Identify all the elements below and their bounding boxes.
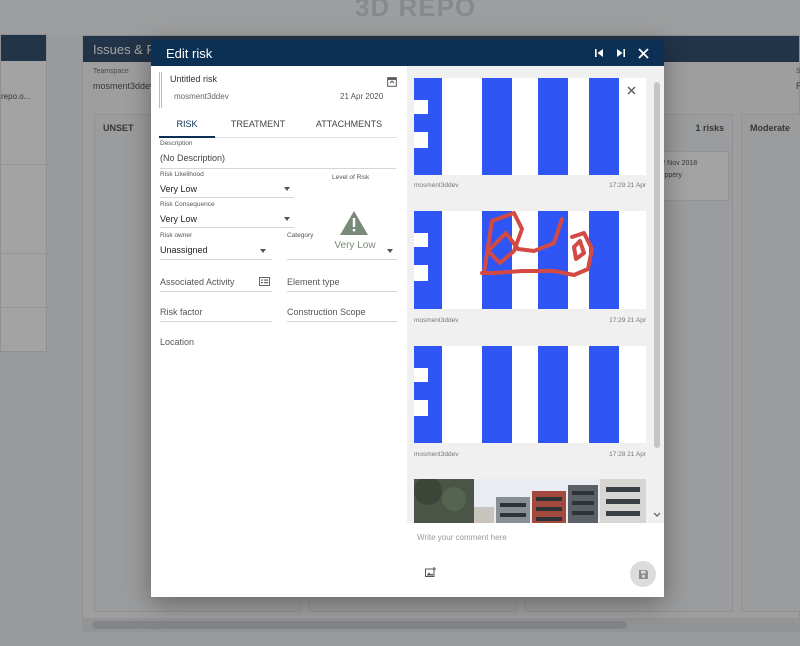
save-comment-button[interactable] [630,561,656,587]
comment-screenshot[interactable] [414,346,646,443]
comment-photo[interactable] [414,479,646,523]
expand-icon[interactable] [387,77,397,87]
chevron-down-icon[interactable] [653,512,661,518]
tab-attachments[interactable]: ATTACHMENTS [301,112,397,138]
risk-author: mosment3ddev [174,92,229,101]
risk-owner-select[interactable]: Unassigned [160,245,208,255]
close-icon [637,47,649,59]
add-image-icon[interactable] [425,567,436,577]
likelihood-select[interactable]: Very Low [160,184,197,194]
comment-author: mosment3ddev [414,451,459,458]
dialog-header: Edit risk [151,40,664,66]
logo-image [414,346,646,443]
description-label: Description [160,140,193,147]
divider [287,321,397,322]
level-of-risk-value: Very Low [334,240,376,251]
risk-factor-field[interactable]: Risk factor [160,307,203,317]
chevron-down-icon[interactable] [260,249,266,253]
previous-icon [595,49,603,57]
comment-time: 17:28 21 Apr [609,451,646,458]
comment-screenshot[interactable] [414,78,646,175]
scroll-thumb[interactable] [654,82,660,448]
comments-scrollbar[interactable] [652,72,662,523]
list-icon[interactable] [259,277,270,286]
comment-author: mosment3ddev [414,317,459,324]
description-field[interactable]: (No Description) [160,153,225,163]
warning-icon [340,211,368,235]
next-button[interactable] [610,42,632,64]
comment-input[interactable] [417,533,647,542]
construction-scope-field[interactable]: Construction Scope [287,307,366,317]
previous-button[interactable] [588,42,610,64]
comment-composer [407,523,664,597]
location-field[interactable]: Location [160,337,194,347]
comment-screenshot[interactable] [414,211,646,309]
dialog-title: Edit risk [166,45,213,61]
associated-activity-field[interactable]: Associated Activity [160,277,235,287]
divider [160,321,272,322]
category-label: Category [287,232,314,239]
chevron-down-icon[interactable] [387,249,393,253]
next-icon [617,49,625,57]
comment-time: 17:29 21 Apr [609,317,646,324]
tab-risk[interactable]: RISK [159,112,215,138]
consequence-select[interactable]: Very Low [160,214,197,224]
divider [160,168,396,169]
logo-markup-image [414,211,646,309]
divider [287,291,397,292]
close-button[interactable] [632,42,654,64]
consequence-label: Risk Consequence [160,201,215,208]
close-icon[interactable] [627,86,636,95]
divider [160,197,294,198]
risk-owner-label: Risk owner [160,232,193,239]
divider [160,291,272,292]
comment-time: 17:29 21 Apr [609,182,646,189]
element-type-field[interactable]: Element type [287,277,340,287]
tab-treatment[interactable]: TREATMENT [215,112,301,138]
save-icon [638,569,648,579]
building-photo [414,479,646,523]
divider [160,227,294,228]
risk-name[interactable]: Untitled risk [170,74,217,84]
edit-risk-dialog: Edit risk Untitled risk mosment3ddev 21 … [151,40,664,597]
risk-tabs: RISK TREATMENT ATTACHMENTS [159,112,397,138]
divider [287,259,397,260]
risk-title-box: Untitled risk mosment3ddev 21 Apr 2020 [159,72,397,108]
comment-author: mosment3ddev [414,182,459,189]
chevron-down-icon[interactable] [284,187,290,191]
level-of-risk-label: Level of Risk [332,174,370,181]
divider [160,259,272,260]
risk-form: Untitled risk mosment3ddev 21 Apr 2020 R… [151,66,407,597]
chevron-down-icon[interactable] [284,217,290,221]
likelihood-label: Risk Likelihood [160,171,204,178]
risk-date: 21 Apr 2020 [340,92,384,101]
comments-panel: mosment3ddev 17:29 21 Apr mosment3ddev 1… [407,66,664,597]
logo-image [414,78,646,175]
comments-feed[interactable]: mosment3ddev 17:29 21 Apr mosment3ddev 1… [407,66,664,523]
